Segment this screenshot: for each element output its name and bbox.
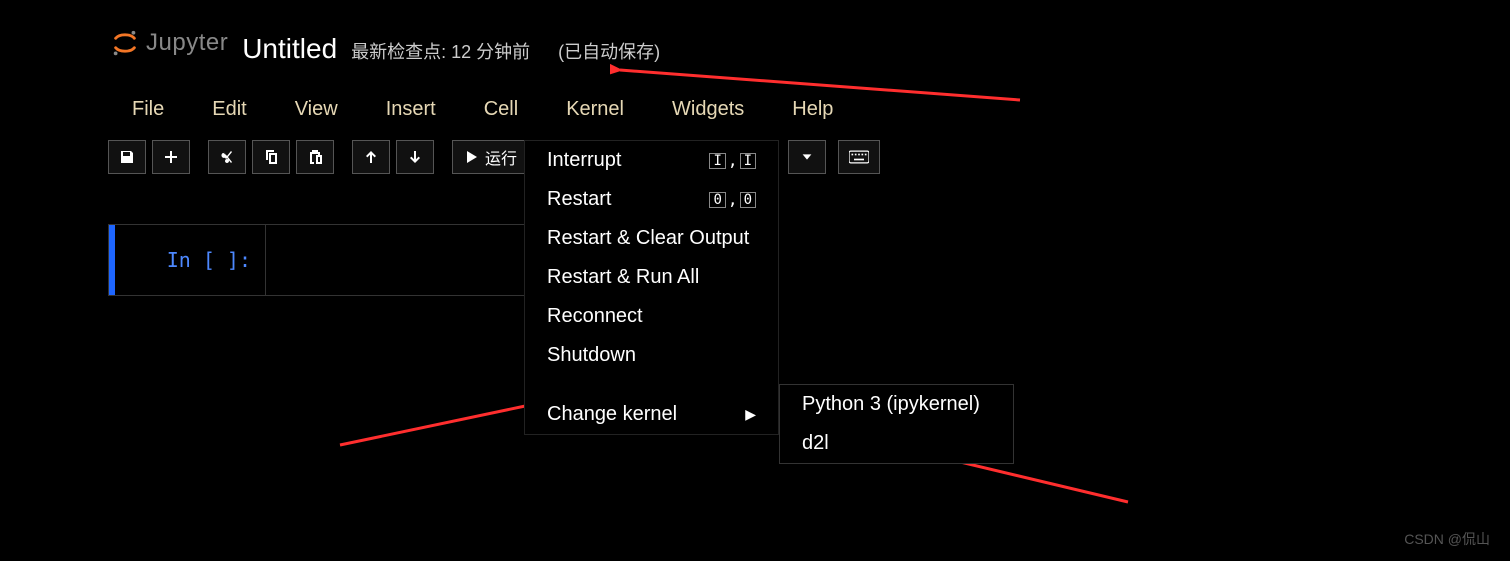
notebook-cells: In [ ]: [108,224,528,296]
kernel-reconnect-label: Reconnect [547,305,643,328]
kernel-restart-item[interactable]: Restart 0,0 [525,180,778,219]
annotation-arrow-2 [330,395,540,455]
cell-prompt: In [ ]: [115,225,265,295]
jupyter-logo: Jupyter [110,28,228,58]
cut-button[interactable] [208,140,246,174]
kernel-option-d2l[interactable]: d2l [780,424,1013,463]
keyboard-icon [849,150,869,164]
plus-icon [163,149,179,165]
change-kernel-submenu: Python 3 (ipykernel) d2l [779,384,1014,464]
chevron-down-icon [800,150,814,164]
menu-edit[interactable]: Edit [188,88,270,131]
kernel-restart-runall-label: Restart & Run All [547,266,699,289]
watermark: CSDN @侃山 [1404,529,1490,549]
menu-file[interactable]: File [108,88,188,131]
move-down-button[interactable] [396,140,434,174]
run-label: 运行 [485,145,517,169]
restart-shortcut: 0,0 [709,190,756,209]
kernel-menu-dropdown: Interrupt I,I Restart 0,0 Restart & Clea… [524,140,779,435]
notebook-header: Jupyter Untitled 最新检查点: 12 分钟前 (已自动保存) [110,28,660,65]
logo-text: Jupyter [146,29,228,57]
code-cell[interactable]: In [ ]: [108,224,528,296]
kernel-change-item[interactable]: Change kernel ▶ [525,395,778,434]
interrupt-shortcut: I,I [709,151,756,170]
autosave-text: (已自动保存) [558,38,660,64]
menu-view[interactable]: View [271,88,362,131]
run-button[interactable]: 运行 [452,140,528,174]
arrow-up-icon [363,149,379,165]
menu-insert[interactable]: Insert [362,88,460,131]
copy-button[interactable] [252,140,290,174]
kernel-restart-clear-item[interactable]: Restart & Clear Output [525,219,778,258]
menu-kernel[interactable]: Kernel [542,88,648,131]
save-icon [119,149,135,165]
save-button[interactable] [108,140,146,174]
play-icon [463,149,479,165]
kernel-restart-runall-item[interactable]: Restart & Run All [525,258,778,297]
menubar: File Edit View Insert Cell Kernel Widget… [108,88,857,131]
celltype-caret-button[interactable] [788,140,826,174]
insert-cell-button[interactable] [152,140,190,174]
kernel-restart-clear-label: Restart & Clear Output [547,227,749,250]
menu-cell[interactable]: Cell [460,88,542,131]
kernel-interrupt-label: Interrupt [547,149,621,172]
menu-widgets[interactable]: Widgets [648,88,768,131]
toolbar: 运行 [108,140,528,174]
kernel-change-label: Change kernel [547,403,677,426]
notebook-title[interactable]: Untitled [242,33,337,65]
checkpoint-text: 最新检查点: 12 分钟前 [351,38,530,64]
command-palette-button[interactable] [838,140,880,174]
cell-input-area[interactable] [265,225,527,295]
jupyter-logo-icon [110,28,140,58]
move-up-button[interactable] [352,140,390,174]
kernel-restart-label: Restart [547,188,611,211]
paste-button[interactable] [296,140,334,174]
kernel-shutdown-label: Shutdown [547,344,636,367]
submenu-arrow-icon: ▶ [745,406,756,423]
arrow-down-icon [407,149,423,165]
kernel-option-python3[interactable]: Python 3 (ipykernel) [780,385,1013,424]
menu-help[interactable]: Help [768,88,857,131]
scissors-icon [219,149,235,165]
copy-icon [263,149,279,165]
paste-icon [307,149,323,165]
kernel-reconnect-item[interactable]: Reconnect [525,297,778,336]
kernel-shutdown-item[interactable]: Shutdown [525,336,778,375]
kernel-interrupt-item[interactable]: Interrupt I,I [525,141,778,180]
